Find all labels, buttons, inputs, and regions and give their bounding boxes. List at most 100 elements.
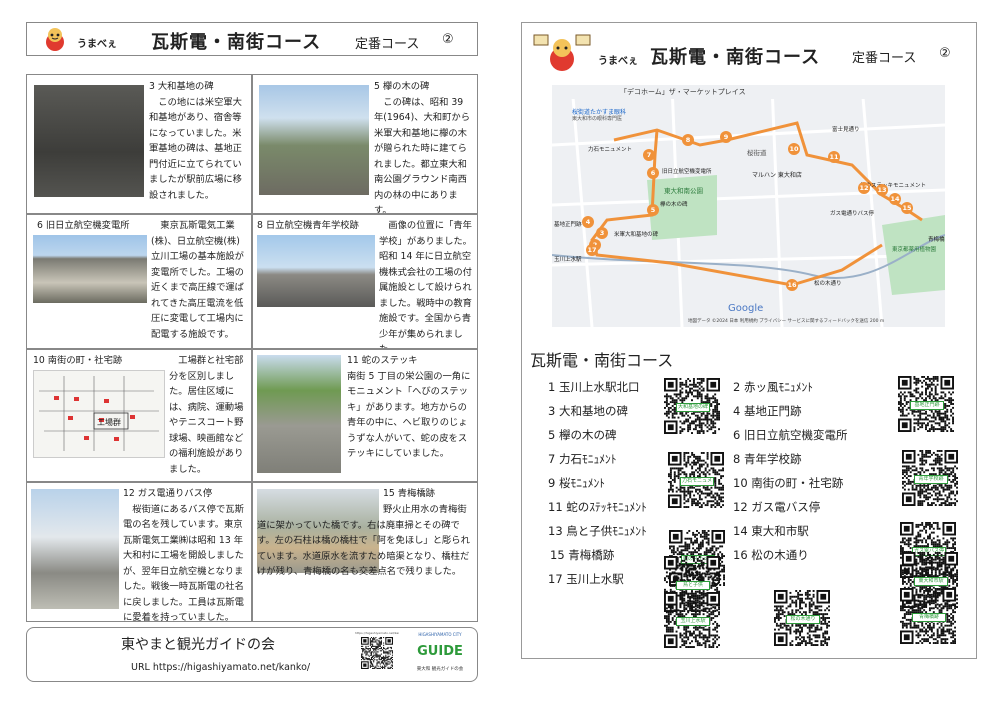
spot-text: 工場群と社宅部分を区別しました。居住区域には、病院、運動場やテニスコート野球場、…: [169, 355, 244, 475]
qr-list-item: 2 赤ッ風ﾓﾆｭﾒﾝﾄ: [733, 380, 813, 394]
route-marker: 6: [647, 167, 659, 179]
qr-list-item: 11 蛇のｽﾃｯｷﾓﾆｭﾒﾝﾄ: [548, 500, 647, 514]
page-number: ②: [939, 46, 951, 61]
page-subtitle: 定番コース: [355, 37, 420, 52]
map-label-ome: 青梅橋: [928, 237, 945, 243]
spot-text: この地には米空軍大和基地があり、宿舎等になっていました。米軍基地の碑は、基地正門…: [149, 96, 242, 201]
mascot-icon: [532, 31, 592, 73]
map-label-station: 玉川上水駅: [554, 257, 582, 263]
left-header: うまべぇ 瓦斯電・南街コース 定番コース ②: [26, 22, 478, 56]
map-label-monument7: 力石モニュメント: [588, 147, 633, 153]
spot-text: 桜街道にあるバス停で瓦斯電の名を残しています。東京瓦斯電気工業㈱は昭和 13 年…: [123, 503, 244, 622]
qr-code-label: 玉川上水駅: [676, 617, 710, 626]
map-label-gate: 基地正門跡: [554, 222, 582, 228]
guide-logo-top: HIGASHIYAMATO CITY: [418, 632, 462, 637]
right-page: うまべぇ 瓦斯電・南街コース 定番コース ② 「デコホーム」ザ・マーケットプレイ…: [521, 22, 977, 659]
qr-code[interactable]: 力石モニュメント: [668, 451, 724, 509]
qr-code[interactable]: 大和基地の碑: [664, 377, 720, 435]
map-label-matsu: 松の木通り: [814, 281, 842, 287]
substation-photo: [33, 235, 147, 303]
qr-list-item: 12 ガス電バス停: [733, 500, 821, 514]
route-marker: 16: [786, 279, 798, 291]
spot-cell: 12 ガス電通りバス停 桜街道にあるバス停で瓦斯電の名を残しています。東京瓦斯電…: [26, 482, 252, 622]
org-url[interactable]: URL https://higashiyamato.net/kanko/: [131, 662, 310, 673]
page-subtitle: 定番コース: [852, 51, 917, 66]
qr-code-label: 力石モニュメント: [680, 477, 714, 486]
spot-cell: 5 欅の木の碑 この碑は、昭和 39 年(1964)、大和町から米軍大和基地に欅…: [252, 74, 478, 214]
route-marker: 15: [901, 202, 913, 214]
qr-list-item: 13 鳥と子供ﾓﾆｭﾒﾝﾄ: [548, 524, 647, 538]
map-banner: 「デコホーム」ザ・マーケットプレイス: [620, 88, 746, 96]
spot-title: 8 日立航空機青年学校跡: [257, 220, 359, 231]
school-site-photo: [257, 235, 375, 307]
map-label-clinic2: 東大和市の眼科専門医: [572, 116, 623, 122]
map-label-substation: 旧日立航空機変電所: [662, 169, 712, 175]
spot-text: この碑は、昭和 39 年(1964)、大和町から米軍大和基地に欅の木が贈られた時…: [374, 96, 470, 214]
route-marker: 8: [682, 134, 694, 146]
footer-qr-caption: https://higashiyamato.net/kanko/: [355, 631, 399, 635]
qr-code[interactable]: 青年学校跡: [902, 449, 958, 507]
qr-list-item: 15 青梅橋跡: [550, 548, 615, 562]
qr-list-item: 6 旧日立航空機変電所: [733, 428, 848, 442]
qr-section-title: 瓦斯電・南街コース: [530, 351, 674, 370]
route-marker: 11: [828, 151, 840, 163]
spot-title: 11 蛇のステッキ: [347, 355, 418, 366]
spot-cell: 15 青梅橋跡 野火止用水の青梅街道に架かっていた橋です。右は廃車掃とその碑です…: [252, 482, 478, 622]
guide-logo-text: GUIDE: [417, 644, 463, 659]
qr-code-label: 青梅橋跡: [912, 613, 946, 622]
spot-cell: 8 日立航空機青年学校跡 画像の位置に「青年学校」がありました。昭和 14 年に…: [252, 214, 478, 349]
map-label-sakura: 桜街道: [747, 149, 767, 157]
qr-list-item: 5 欅の木の碑: [548, 428, 617, 442]
qr-code[interactable]: 青梅橋跡: [900, 587, 956, 645]
route-marker: 13: [876, 184, 888, 196]
monument-photo: [34, 85, 144, 197]
map-label-bus: ガス電通りバス停: [830, 211, 875, 217]
mascot-name: うまべぇ: [77, 39, 117, 50]
qr-code-label: 松の木通り: [786, 615, 820, 624]
map-credits: 地図データ ©2024 日本 利用規約 プライバシー サービスに関するフィードバ…: [688, 319, 885, 324]
qr-list-item: 14 東大和市駅: [733, 524, 809, 538]
spot-text: 東京瓦斯電気工業(株)、日立航空機(株)立川工場の基本施設が変電所でした。工場の…: [151, 220, 244, 340]
left-page: うまべぇ 瓦斯電・南街コース 定番コース ② 3 大和基地の碑 この地には米空軍…: [26, 22, 478, 682]
spot-text: 野火止用水の青梅街道に架かっていた橋です。右は廃車掃とその碑です。左の石柱は橋の…: [257, 504, 470, 577]
qr-list-item: 4 基地正門跡: [733, 404, 802, 418]
org-name: 東やまと観光ガイドの会: [121, 637, 275, 653]
map-label-maruhan: マルハン 東大和店: [752, 172, 802, 179]
spot-title: 12 ガス電通りバス停: [123, 488, 213, 499]
qr-code-label: 青年学校跡: [914, 475, 948, 484]
qr-list-item: 8 青年学校跡: [733, 452, 802, 466]
spot-title: 10 南街の町・社宅跡: [33, 355, 123, 366]
qr-list-item: 10 南街の町・社宅跡: [733, 476, 844, 490]
spot-title: 3 大和基地の碑: [149, 81, 214, 92]
qr-list-item: 16 松の木通り: [733, 548, 809, 562]
page-title: 瓦斯電・南街コース: [650, 47, 821, 68]
qr-code[interactable]: 基地正門跡: [898, 375, 954, 433]
qr-code-label: 基地正門跡: [910, 401, 944, 410]
qr-code[interactable]: 松の木通り: [774, 589, 830, 647]
map-label-keyaki: 欅の木の碑: [660, 202, 688, 208]
qr-list-item: 3 大和基地の碑: [548, 404, 628, 418]
route-marker: 10: [788, 143, 800, 155]
spot-title: 15 青梅橋跡: [383, 488, 435, 499]
right-header: うまべぇ 瓦斯電・南街コース 定番コース ②: [522, 23, 976, 81]
spot-title: 6 旧日立航空機変電所: [37, 220, 130, 231]
qr-list-item: 9 桜ﾓﾆｭﾒﾝﾄ: [548, 476, 605, 490]
map-label-factory: 工場群: [97, 418, 121, 427]
spot-title: 5 欅の木の碑: [374, 81, 430, 92]
route-marker: 4: [582, 216, 594, 228]
qr-code-label: 鳥と子供: [676, 581, 710, 590]
footer: 東やまと観光ガイドの会 URL https://higashiyamato.ne…: [26, 627, 478, 682]
spot-cell: 3 大和基地の碑 この地には米空軍大和基地があり、宿舎等になっていました。米軍基…: [26, 74, 252, 214]
qr-code[interactable]: 玉川上水駅: [664, 591, 720, 649]
qr-code-label: 大和基地の碑: [676, 403, 710, 412]
page-title: 瓦斯電・南街コース: [151, 32, 322, 53]
footer-qr: https://higashiyamato.net/kanko/: [355, 631, 399, 675]
qr-code-label: 東大和市駅: [914, 577, 948, 586]
route-map[interactable]: 「デコホーム」ザ・マーケットプレイス 桜街道たかすま眼科 東大和市の眼科専門医 …: [552, 85, 945, 327]
route-marker: 7: [643, 149, 655, 161]
map-google-logo: Google: [728, 303, 764, 314]
route-marker: 17: [586, 244, 598, 256]
mascot-name: うまべぇ: [598, 56, 638, 67]
qr-list-item: 17 玉川上水駅: [548, 572, 624, 586]
route-marker: 9: [720, 131, 732, 143]
